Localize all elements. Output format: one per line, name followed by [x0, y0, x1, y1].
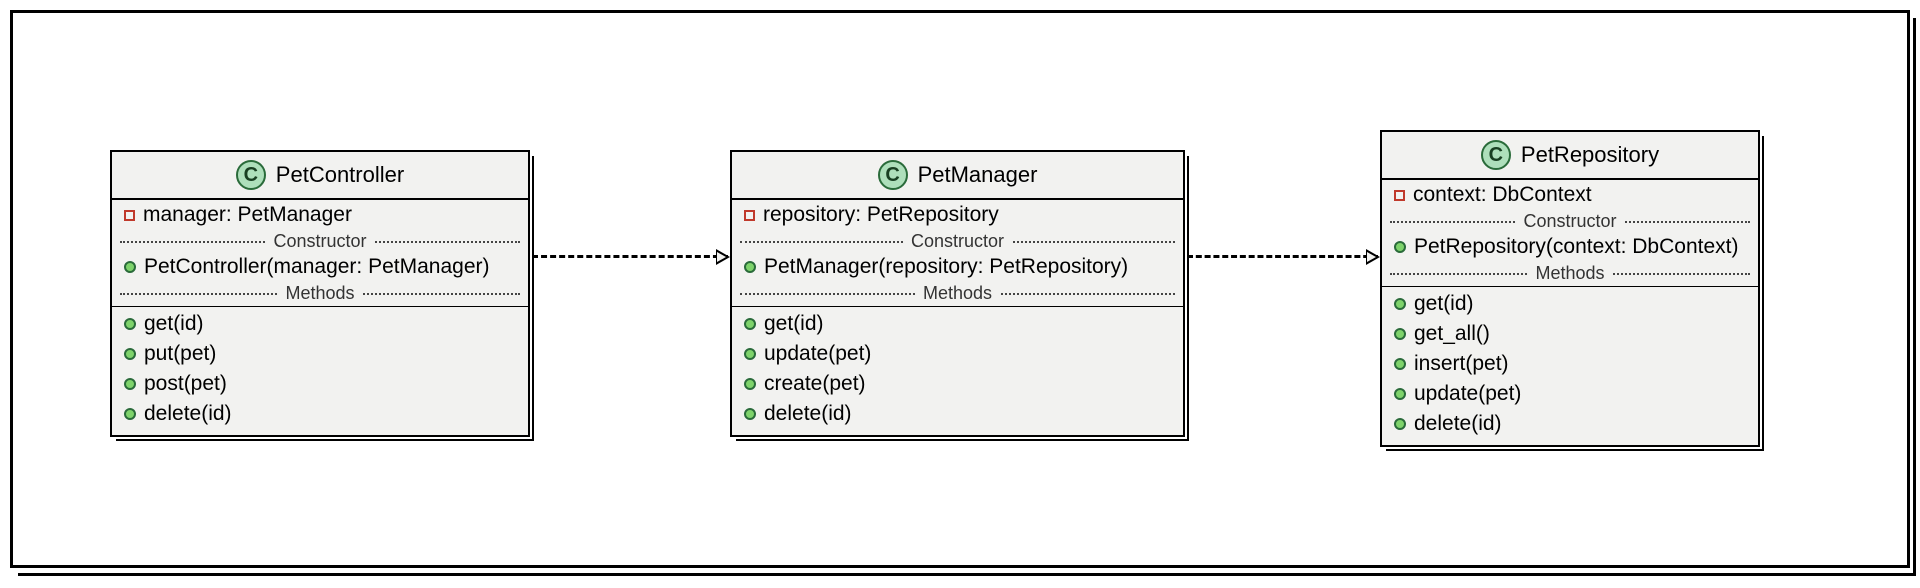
- class-stereotype-icon: C: [1481, 140, 1511, 170]
- method-row: delete(id): [112, 399, 528, 429]
- visibility-public-icon: [1394, 298, 1406, 310]
- divider: [1382, 286, 1758, 287]
- constructor-row: PetController(manager: PetManager): [112, 252, 528, 282]
- visibility-public-icon: [124, 348, 136, 360]
- section-separator: Methods: [112, 282, 528, 304]
- visibility-public-icon: [1394, 241, 1406, 253]
- class-pet-controller[interactable]: C PetController manager: PetManager Constru…: [110, 150, 530, 437]
- section-separator: Methods: [1382, 262, 1758, 284]
- constructor-text: PetRepository(context: DbContext): [1414, 235, 1738, 259]
- method-text: delete(id): [144, 402, 232, 426]
- methods-section-label: Methods: [915, 283, 1000, 304]
- method-text: get(id): [144, 312, 204, 336]
- attribute-row: context: DbContext: [1382, 180, 1758, 210]
- visibility-public-icon: [1394, 328, 1406, 340]
- method-text: create(pet): [764, 372, 866, 396]
- uml-diagram: C PetController manager: PetManager Constru…: [0, 0, 1920, 588]
- visibility-public-icon: [744, 318, 756, 330]
- visibility-public-icon: [124, 378, 136, 390]
- class-name: PetController: [276, 162, 404, 188]
- method-text: get_all(): [1414, 322, 1490, 346]
- class-header: C PetController: [112, 152, 528, 200]
- attribute-text: repository: PetRepository: [763, 203, 999, 227]
- visibility-private-icon: [124, 210, 135, 221]
- method-text: delete(id): [764, 402, 852, 426]
- class-stereotype-icon: C: [236, 160, 266, 190]
- visibility-public-icon: [124, 261, 136, 273]
- section-separator: Constructor: [1382, 210, 1758, 232]
- constructor-section-label: Constructor: [903, 231, 1012, 252]
- constructor-text: PetManager(repository: PetRepository): [764, 255, 1128, 279]
- method-row: delete(id): [732, 399, 1183, 429]
- attribute-text: manager: PetManager: [143, 203, 352, 227]
- constructor-row: PetManager(repository: PetRepository): [732, 252, 1183, 282]
- constructor-text: PetController(manager: PetManager): [144, 255, 490, 279]
- section-separator: Constructor: [112, 230, 528, 252]
- method-row: insert(pet): [1382, 349, 1758, 379]
- class-name: PetManager: [918, 162, 1038, 188]
- visibility-public-icon: [124, 318, 136, 330]
- attribute-row: manager: PetManager: [112, 200, 528, 230]
- class-stereotype-icon: C: [878, 160, 908, 190]
- visibility-public-icon: [744, 348, 756, 360]
- method-row: update(pet): [1382, 379, 1758, 409]
- method-row: create(pet): [732, 369, 1183, 399]
- arrowhead-icon: [1366, 249, 1380, 265]
- visibility-public-icon: [1394, 418, 1406, 430]
- constructor-section-label: Constructor: [265, 231, 374, 252]
- visibility-private-icon: [744, 210, 755, 221]
- visibility-public-icon: [1394, 388, 1406, 400]
- visibility-public-icon: [744, 261, 756, 273]
- constructor-section-label: Constructor: [1515, 211, 1624, 232]
- method-row: get(id): [1382, 289, 1758, 319]
- method-text: delete(id): [1414, 412, 1502, 436]
- method-row: put(pet): [112, 339, 528, 369]
- visibility-public-icon: [744, 408, 756, 420]
- method-row: get(id): [112, 309, 528, 339]
- methods-section-label: Methods: [1527, 263, 1612, 284]
- method-row: post(pet): [112, 369, 528, 399]
- class-header: C PetManager: [732, 152, 1183, 200]
- visibility-private-icon: [1394, 190, 1405, 201]
- method-row: delete(id): [1382, 409, 1758, 439]
- attribute-text: context: DbContext: [1413, 183, 1592, 207]
- method-text: get(id): [1414, 292, 1474, 316]
- visibility-public-icon: [1394, 358, 1406, 370]
- method-text: insert(pet): [1414, 352, 1509, 376]
- association-pet-controller-to-pet-manager: [532, 255, 728, 258]
- method-row: get(id): [732, 309, 1183, 339]
- section-separator: Constructor: [732, 230, 1183, 252]
- divider: [112, 306, 528, 307]
- section-separator: Methods: [732, 282, 1183, 304]
- divider: [732, 306, 1183, 307]
- methods-section-label: Methods: [277, 283, 362, 304]
- visibility-public-icon: [124, 408, 136, 420]
- class-pet-repository[interactable]: C PetRepository context: DbContext Construc…: [1380, 130, 1760, 447]
- association-pet-manager-to-pet-repository: [1187, 255, 1378, 258]
- attribute-row: repository: PetRepository: [732, 200, 1183, 230]
- method-row: update(pet): [732, 339, 1183, 369]
- method-text: update(pet): [1414, 382, 1521, 406]
- class-name: PetRepository: [1521, 142, 1659, 168]
- method-text: put(pet): [144, 342, 216, 366]
- class-pet-manager[interactable]: C PetManager repository: PetRepository Cons…: [730, 150, 1185, 437]
- constructor-row: PetRepository(context: DbContext): [1382, 232, 1758, 262]
- method-row: get_all(): [1382, 319, 1758, 349]
- method-text: update(pet): [764, 342, 871, 366]
- visibility-public-icon: [744, 378, 756, 390]
- class-header: C PetRepository: [1382, 132, 1758, 180]
- method-text: get(id): [764, 312, 824, 336]
- method-text: post(pet): [144, 372, 227, 396]
- arrowhead-icon: [716, 249, 730, 265]
